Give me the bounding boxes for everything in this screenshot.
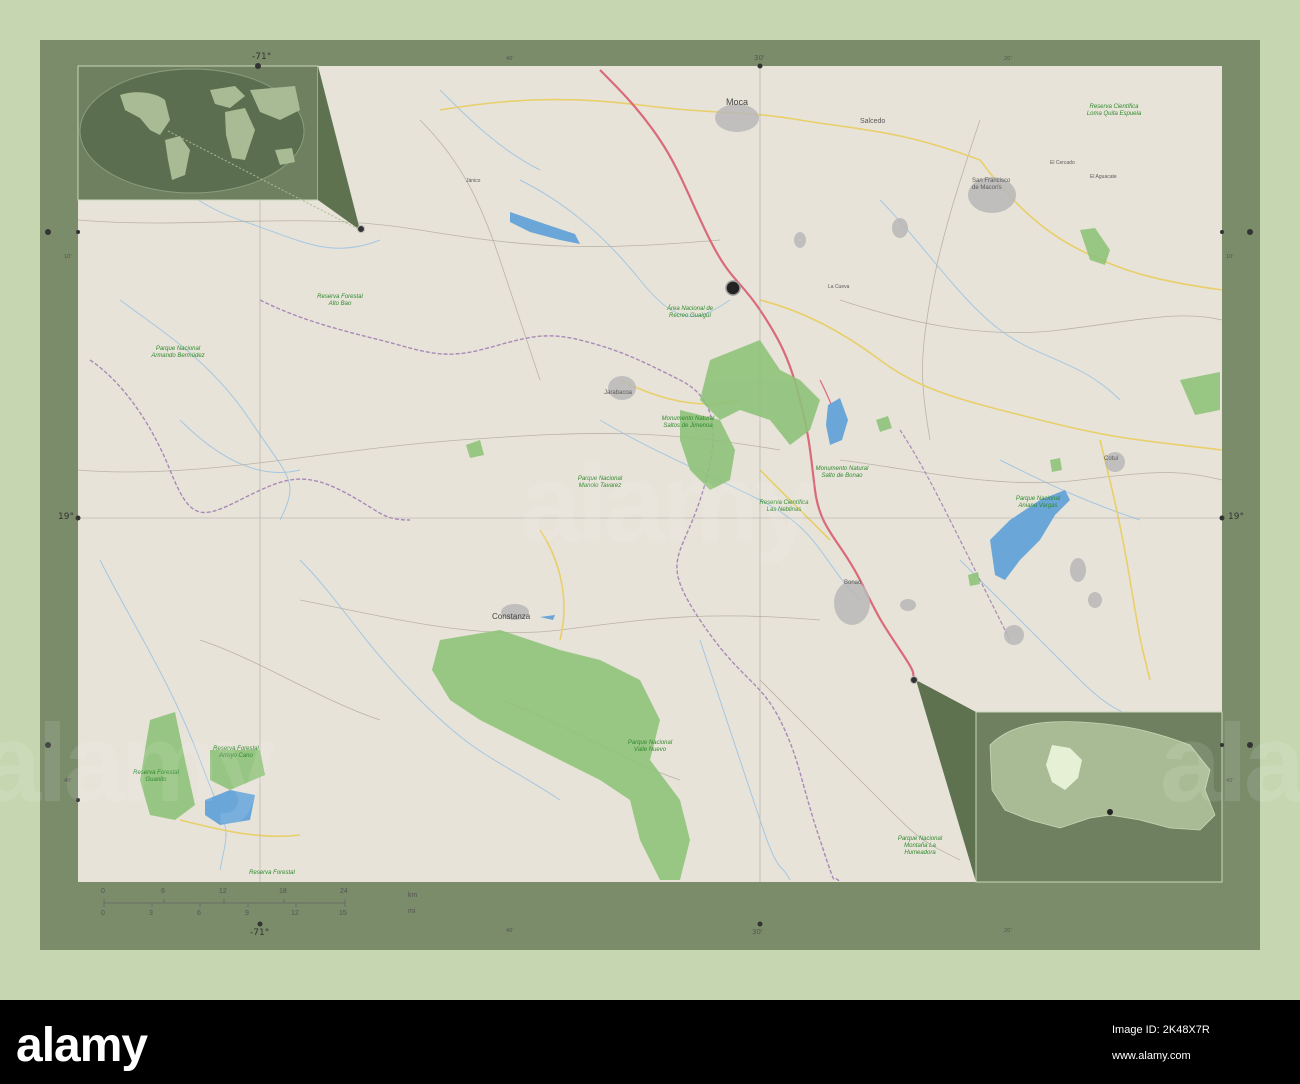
park-label-montana-humeadora: Parque Nacional Montaña La Humeadora <box>897 836 943 856</box>
alamy-logo[interactable]: alamy <box>16 1018 148 1073</box>
footer-bar <box>0 1000 1300 1084</box>
scale-mi-unit: mi <box>408 908 416 915</box>
city-label-la-cueva: La Cueva <box>828 284 850 290</box>
minor-label-20-top: 20' <box>1004 56 1012 62</box>
park-label-aniana-vargas: Parque Nacional Aniana Vargas <box>1015 496 1061 509</box>
city-label-janico: Jánico <box>466 178 481 184</box>
scale-km-unit: km <box>408 892 418 899</box>
city-label-el-cercado: El Cercado <box>1050 160 1075 166</box>
city-label-san-francisco: San Francisco de Macorís <box>972 178 1011 191</box>
scale-mi-3: 3 <box>149 910 153 917</box>
park-label-reserva-forestal: Reserva Forestal <box>249 870 295 876</box>
minor-label-10-left: 10' <box>64 254 72 260</box>
park-label-saltos-bonao: Monumento Natural Salto de Bonao <box>815 466 869 479</box>
city-label-cotui: Cotuí <box>1104 456 1119 462</box>
scale-bar <box>103 899 346 907</box>
scale-mi-12: 12 <box>291 910 299 917</box>
park-label-armando-bermudez: Parque Nacional Armando Bermúdez <box>151 346 205 359</box>
minor-label-40-top: 40' <box>506 56 514 62</box>
park-label-valle-nuevo: Parque Nacional Valle Nuevo <box>627 740 673 753</box>
minor-label-20-bottom: 20' <box>1004 928 1012 934</box>
scale-mi-6: 6 <box>197 910 201 917</box>
scale-km-24: 24 <box>340 888 348 895</box>
city-label-bonao: Bonao <box>844 580 862 586</box>
scale-mi-9: 9 <box>245 910 249 917</box>
location-marker <box>725 280 741 296</box>
city-label-constanza: Constanza <box>492 612 531 621</box>
site-url[interactable]: www.alamy.com <box>1112 1050 1191 1062</box>
lon-label-top-mid: 30' <box>754 54 765 62</box>
city-label-moca: Moca <box>726 97 749 107</box>
minor-label-40-bottom: 40' <box>506 928 514 934</box>
city-label-salcedo: Salcedo <box>860 118 886 125</box>
watermark-center: alamy <box>520 442 816 565</box>
image-id-text: Image ID: 2K48X7R <box>1112 1024 1210 1036</box>
scale-mi-0: 0 <box>101 910 105 917</box>
lon-label-bottom-left: -71° <box>250 928 270 938</box>
watermark-left: alamy <box>0 702 276 825</box>
park-label-alto-bao: Reserva Forestal Alto Bao <box>317 294 363 307</box>
lat-label-left: 19° <box>58 512 74 522</box>
park-label-saltos-jimenoa: Monumento Natural Saltos de Jimenoa <box>661 416 715 429</box>
scale-km-6: 6 <box>161 888 165 895</box>
city-label-el-aguacate: El Aguacate <box>1090 174 1117 180</box>
scale-mi-15: 15 <box>339 910 347 917</box>
minor-label-10-right: 10' <box>1226 254 1234 260</box>
scale-km-0: 0 <box>101 888 105 895</box>
city-label-jarabacoa: Jarabacoa <box>604 390 633 396</box>
lat-label-right: 19° <box>1228 512 1244 522</box>
park-label-loma-quita-espuela: Reserva Científica Loma Quita Espuela <box>1086 104 1142 117</box>
scale-km-12: 12 <box>219 888 227 895</box>
lon-label-bottom-mid: 30' <box>752 928 763 936</box>
lon-label-top-left: -71° <box>252 52 272 62</box>
watermark-right: alamy <box>1160 702 1300 825</box>
scale-km-18: 18 <box>279 888 287 895</box>
park-label-area-nacional: Área Nacional de Recreo Guaigüí <box>666 306 714 319</box>
